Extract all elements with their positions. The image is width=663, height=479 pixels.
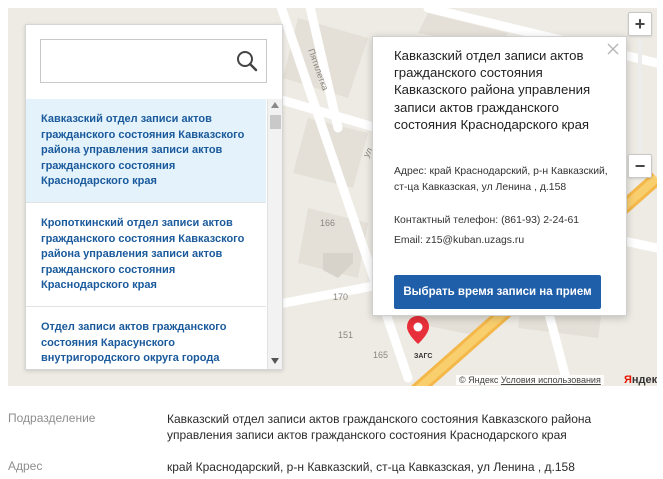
search-box	[40, 39, 267, 83]
info-balloon: Кавказский отдел записи актов гражданско…	[372, 36, 627, 316]
balloon-phone: Контактный телефон: (861-93) 2-24-61	[394, 215, 580, 226]
result-title: Отдел записи актов гражданского состояни…	[41, 320, 227, 365]
division-value: Кавказский отдел записи актов гражданско…	[167, 412, 592, 442]
zoom-in-button[interactable]: +	[628, 12, 652, 36]
zoom-slider-track[interactable]	[638, 38, 642, 152]
house-number: 166	[320, 218, 335, 228]
result-item[interactable]: Кропоткинский отдел записи актов граждан…	[26, 202, 266, 307]
search-input[interactable]	[41, 40, 231, 82]
scroll-thumb[interactable]	[270, 115, 281, 129]
terms-link[interactable]: Условия использования	[501, 375, 601, 385]
address-value: край Краснодарский, р-н Кавказский, ст-ц…	[167, 460, 575, 474]
yandex-logo[interactable]: Яндекс	[624, 374, 657, 386]
results-scrollbar[interactable]	[267, 99, 282, 369]
scroll-up-arrow-icon[interactable]	[271, 102, 279, 108]
result-item[interactable]: Кавказский отдел записи актов гражданско…	[26, 99, 266, 203]
results-list: Кавказский отдел записи актов гражданско…	[26, 99, 266, 369]
result-item[interactable]: Отдел записи актов гражданского состояни…	[26, 306, 266, 369]
balloon-email: Email: z15@kuban.uzags.ru	[394, 235, 525, 246]
house-number: 165	[373, 350, 388, 360]
book-appointment-button[interactable]: Выбрать время записи на прием	[394, 275, 601, 309]
address-label: Адрес	[8, 459, 43, 473]
marker-label: ЗАГС	[414, 353, 433, 360]
balloon-title: Кавказский отдел записи актов гражданско…	[394, 48, 591, 132]
yandex-logo-text: ндекс	[631, 374, 657, 386]
scroll-down-arrow-icon[interactable]	[271, 358, 279, 364]
balloon-address: Адрес: край Краснодарский, р-н Кавказски…	[394, 166, 608, 193]
zoom-out-button[interactable]: −	[628, 154, 652, 178]
result-title: Кропоткинский отдел записи актов граждан…	[41, 216, 245, 292]
map-copyright: © Яндекс Условия использования	[456, 375, 604, 385]
division-label: Подразделение	[8, 411, 96, 425]
result-title: Кавказский отдел записи актов гражданско…	[41, 113, 245, 188]
search-panel: Кавказский отдел записи актов гражданско…	[25, 24, 283, 370]
copyright-text: © Яндекс	[459, 375, 499, 385]
house-number: 170	[333, 292, 348, 302]
search-icon[interactable]	[236, 50, 258, 72]
house-number: 151	[338, 330, 353, 340]
